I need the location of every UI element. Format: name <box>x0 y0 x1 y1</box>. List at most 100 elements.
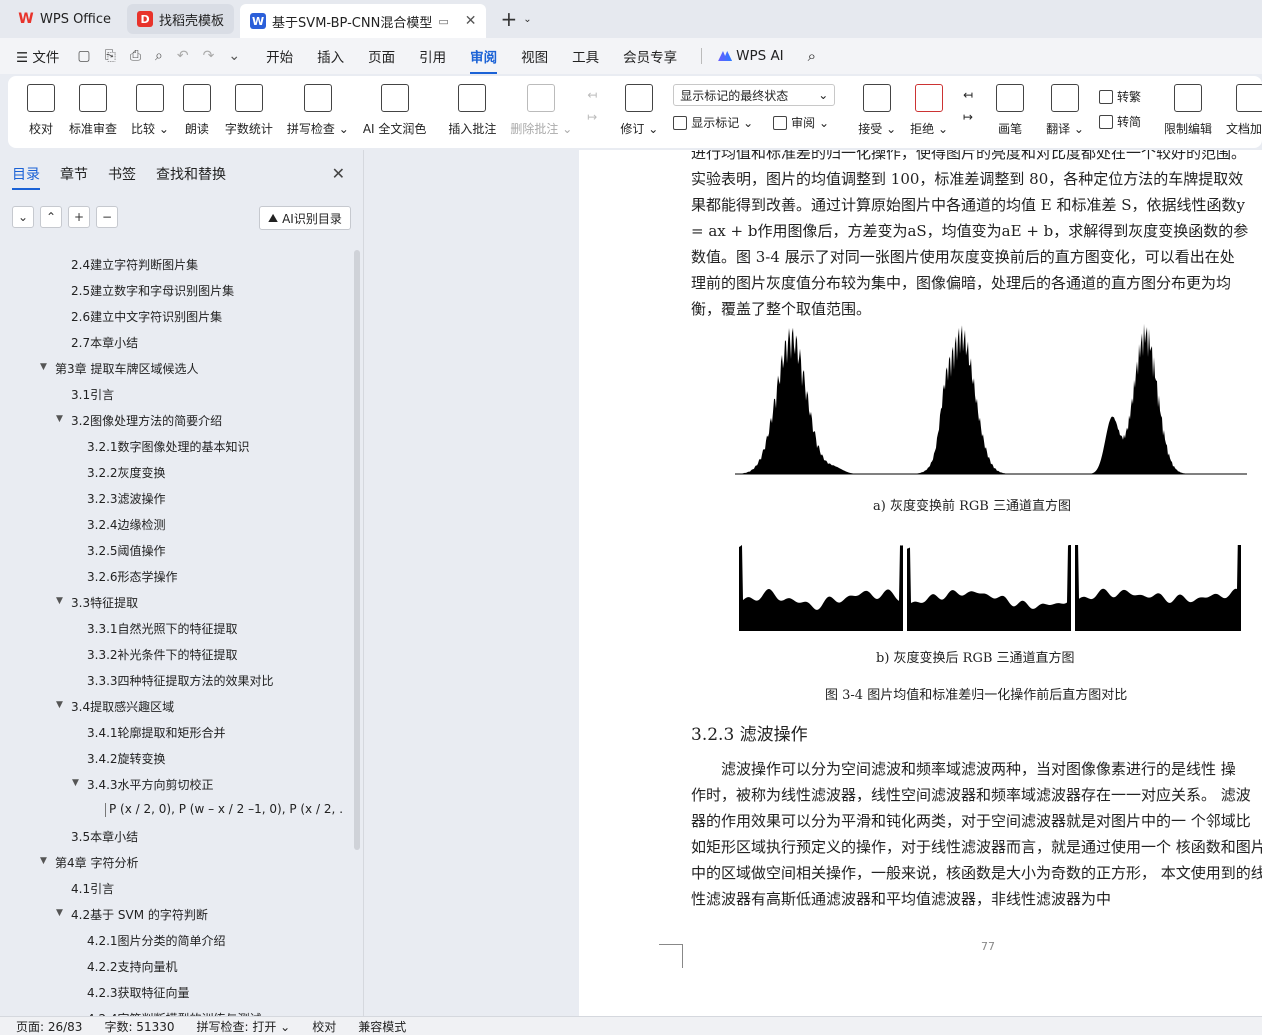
plus-icon[interactable]: + <box>68 206 90 228</box>
file-menu[interactable]: ☰ 文件 <box>16 46 59 66</box>
nav-tab-find-replace[interactable]: 查找和替换 <box>156 164 226 190</box>
document-page[interactable]: 进行均值和标准差的归一化操作，使得图片的亮度和对比度都处在一个较好的范围。 实验表… <box>579 150 1262 1016</box>
nav-tab-toc[interactable]: 目录 <box>12 164 40 190</box>
monitor-icon[interactable]: ▭ <box>438 15 448 28</box>
toc-item[interactable]: 3.2.5阈值操作 <box>0 542 352 562</box>
spell-check-button[interactable]: 拼写检查 ⌄ <box>280 84 356 137</box>
chevron-down-icon[interactable]: ⌄ <box>523 14 531 25</box>
status-proof[interactable]: 校对 <box>312 1018 336 1035</box>
print-icon[interactable]: ⎙ <box>130 48 141 64</box>
restrict-edit-button[interactable]: 限制编辑 <box>1157 84 1219 137</box>
toc-item[interactable]: 3.2.3滤波操作 <box>0 490 352 510</box>
menu-start[interactable]: 开始 <box>266 46 293 66</box>
toc-item[interactable]: 4.1引言 <box>0 880 352 900</box>
tab-wps-office[interactable]: W WPS Office <box>8 4 121 34</box>
minus-icon[interactable]: − <box>96 206 118 228</box>
search-icon[interactable]: ⌕ <box>808 47 816 65</box>
toc-item[interactable]: ▼ 4.2基于 SVM 的字符判断 <box>0 906 352 926</box>
toc-item[interactable]: 3.3.2补光条件下的特征提取 <box>0 646 352 666</box>
ai-polish-button[interactable]: AI 全文润色 <box>356 84 434 137</box>
expand-triangle-icon[interactable]: ▼ <box>56 908 63 918</box>
insert-comment-button[interactable]: 插入批注 <box>441 84 503 137</box>
toc-item[interactable]: 2.7本章小结 <box>0 334 352 354</box>
toc-item[interactable]: 3.2.6形态学操作 <box>0 568 352 588</box>
toc-item[interactable]: ▼ 3.2图像处理方法的简要介绍 <box>0 412 352 432</box>
to-traditional-button[interactable]: 转繁 <box>1098 88 1141 105</box>
show-markup-button[interactable]: 显示标记 ⌄ <box>691 114 753 131</box>
std-review-button[interactable]: 标准审查 <box>62 84 124 137</box>
to-simplified-button[interactable]: 转简 <box>1098 113 1141 130</box>
chevron-up-icon[interactable]: ⌃ <box>40 206 62 228</box>
close-icon[interactable]: ✕ <box>465 13 477 29</box>
new-tab-plus-icon[interactable]: + <box>500 7 517 31</box>
nav-tab-chapters[interactable]: 章节 <box>60 164 88 190</box>
menu-review[interactable]: 审阅 <box>470 46 498 74</box>
tab-template[interactable]: D 找稻壳模板 <box>127 4 235 34</box>
menu-reference[interactable]: 引用 <box>419 46 446 66</box>
toc-item[interactable]: ▼ 3.4.3水平方向剪切校正 <box>0 776 352 796</box>
toc-item[interactable]: 4.2.2支持向量机 <box>0 958 352 978</box>
prev-comment-icon[interactable]: ↤ <box>587 88 597 102</box>
expand-triangle-icon[interactable]: ▼ <box>56 414 63 424</box>
toc-scrollbar[interactable] <box>354 250 360 850</box>
chevron-down-icon[interactable]: ⌄ <box>228 48 240 64</box>
menu-member[interactable]: 会员专享 <box>623 46 677 66</box>
toc-item[interactable]: 3.2.4边缘检测 <box>0 516 352 536</box>
prev-change-icon[interactable]: ↤ <box>963 88 973 102</box>
proofread-button[interactable]: 校对 <box>20 84 62 137</box>
toc-item[interactable]: 3.5本章小结 <box>0 828 352 848</box>
menu-tools[interactable]: 工具 <box>572 46 599 66</box>
export-icon[interactable]: ⎘ <box>105 48 116 64</box>
expand-triangle-icon[interactable]: ▼ <box>40 362 47 372</box>
read-aloud-button[interactable]: 朗读 <box>176 84 218 137</box>
toc-item[interactable]: ▼ 3.4提取感兴趣区域 <box>0 698 352 718</box>
toc-item[interactable]: P (x / 2, 0), P (w – x / 2 –1, 0), P (x … <box>0 802 352 822</box>
toc-item[interactable]: 4.2.3获取特征向量 <box>0 984 352 1004</box>
toc-item[interactable]: 3.1引言 <box>0 386 352 406</box>
expand-triangle-icon[interactable]: ▼ <box>56 700 63 710</box>
translate-button[interactable]: 翻译 ⌄ <box>1039 84 1091 137</box>
reject-button[interactable]: 拒绝 ⌄ <box>903 84 955 137</box>
undo-icon[interactable]: ↶ <box>177 48 189 64</box>
word-count-button[interactable]: 字数统计 <box>218 84 280 137</box>
delete-comment-button[interactable]: 删除批注 ⌄ <box>503 84 579 137</box>
doc-encrypt-button[interactable]: 文档加密 <box>1219 84 1262 137</box>
toc-item[interactable]: 3.3.3四种特征提取方法的效果对比 <box>0 672 352 692</box>
toc-item[interactable]: 3.2.1数字图像处理的基本知识 <box>0 438 352 458</box>
expand-triangle-icon[interactable]: ▼ <box>72 778 79 788</box>
markup-state-select[interactable]: 显示标记的最终状态 ⌄ <box>673 84 836 106</box>
toc-item[interactable]: ▼ 第4章 字符分析 <box>0 854 352 874</box>
toc-item[interactable]: 3.4.1轮廓提取和矩形合并 <box>0 724 352 744</box>
tab-document[interactable]: W 基于SVM-BP-CNN混合模型 ▭ ✕ <box>240 4 487 38</box>
next-comment-icon[interactable]: ↦ <box>587 110 597 124</box>
status-page[interactable]: 页面: 26/83 <box>16 1018 82 1035</box>
print-preview-icon[interactable]: ⌕ <box>155 48 163 64</box>
nav-tab-bookmarks[interactable]: 书签 <box>108 164 136 190</box>
close-icon[interactable]: ✕ <box>332 164 345 183</box>
ai-toc-button[interactable]: ⛰ AI识别目录 <box>259 206 351 230</box>
toc-item[interactable]: 2.6建立中文字符识别图片集 <box>0 308 352 328</box>
pen-button[interactable]: 画笔 <box>989 84 1031 137</box>
revise-button[interactable]: 修订 ⌄ <box>613 84 665 137</box>
save-icon[interactable]: ▢ <box>77 48 90 64</box>
expand-triangle-icon[interactable]: ▼ <box>56 596 63 606</box>
toc-item[interactable]: 3.2.2灰度变换 <box>0 464 352 484</box>
menu-view[interactable]: 视图 <box>521 46 548 66</box>
review-pane-button[interactable]: 审阅 ⌄ <box>791 114 829 131</box>
menu-insert[interactable]: 插入 <box>317 46 344 66</box>
toc-item[interactable]: 2.4建立字符判断图片集 <box>0 256 352 276</box>
status-words[interactable]: 字数: 51330 <box>104 1018 174 1035</box>
toc-item[interactable]: ▼ 3.3特征提取 <box>0 594 352 614</box>
redo-icon[interactable]: ↷ <box>203 48 215 64</box>
toc-item[interactable]: ▼ 第3章 提取车牌区域候选人 <box>0 360 352 380</box>
accept-button[interactable]: 接受 ⌄ <box>851 84 903 137</box>
toc-item[interactable]: 3.4.2旋转变换 <box>0 750 352 770</box>
next-change-icon[interactable]: ↦ <box>963 110 973 124</box>
expand-triangle-icon[interactable]: ▼ <box>40 856 47 866</box>
menu-page[interactable]: 页面 <box>368 46 395 66</box>
chevron-down-icon[interactable]: ⌄ <box>12 206 34 228</box>
toc-item[interactable]: 2.5建立数字和字母识别图片集 <box>0 282 352 302</box>
wps-ai-button[interactable]: WPS AI <box>718 48 784 64</box>
status-spell-check[interactable]: 拼写检查: 打开 ⌄ <box>197 1018 291 1035</box>
toc-item[interactable]: 4.2.1图片分类的简单介绍 <box>0 932 352 952</box>
